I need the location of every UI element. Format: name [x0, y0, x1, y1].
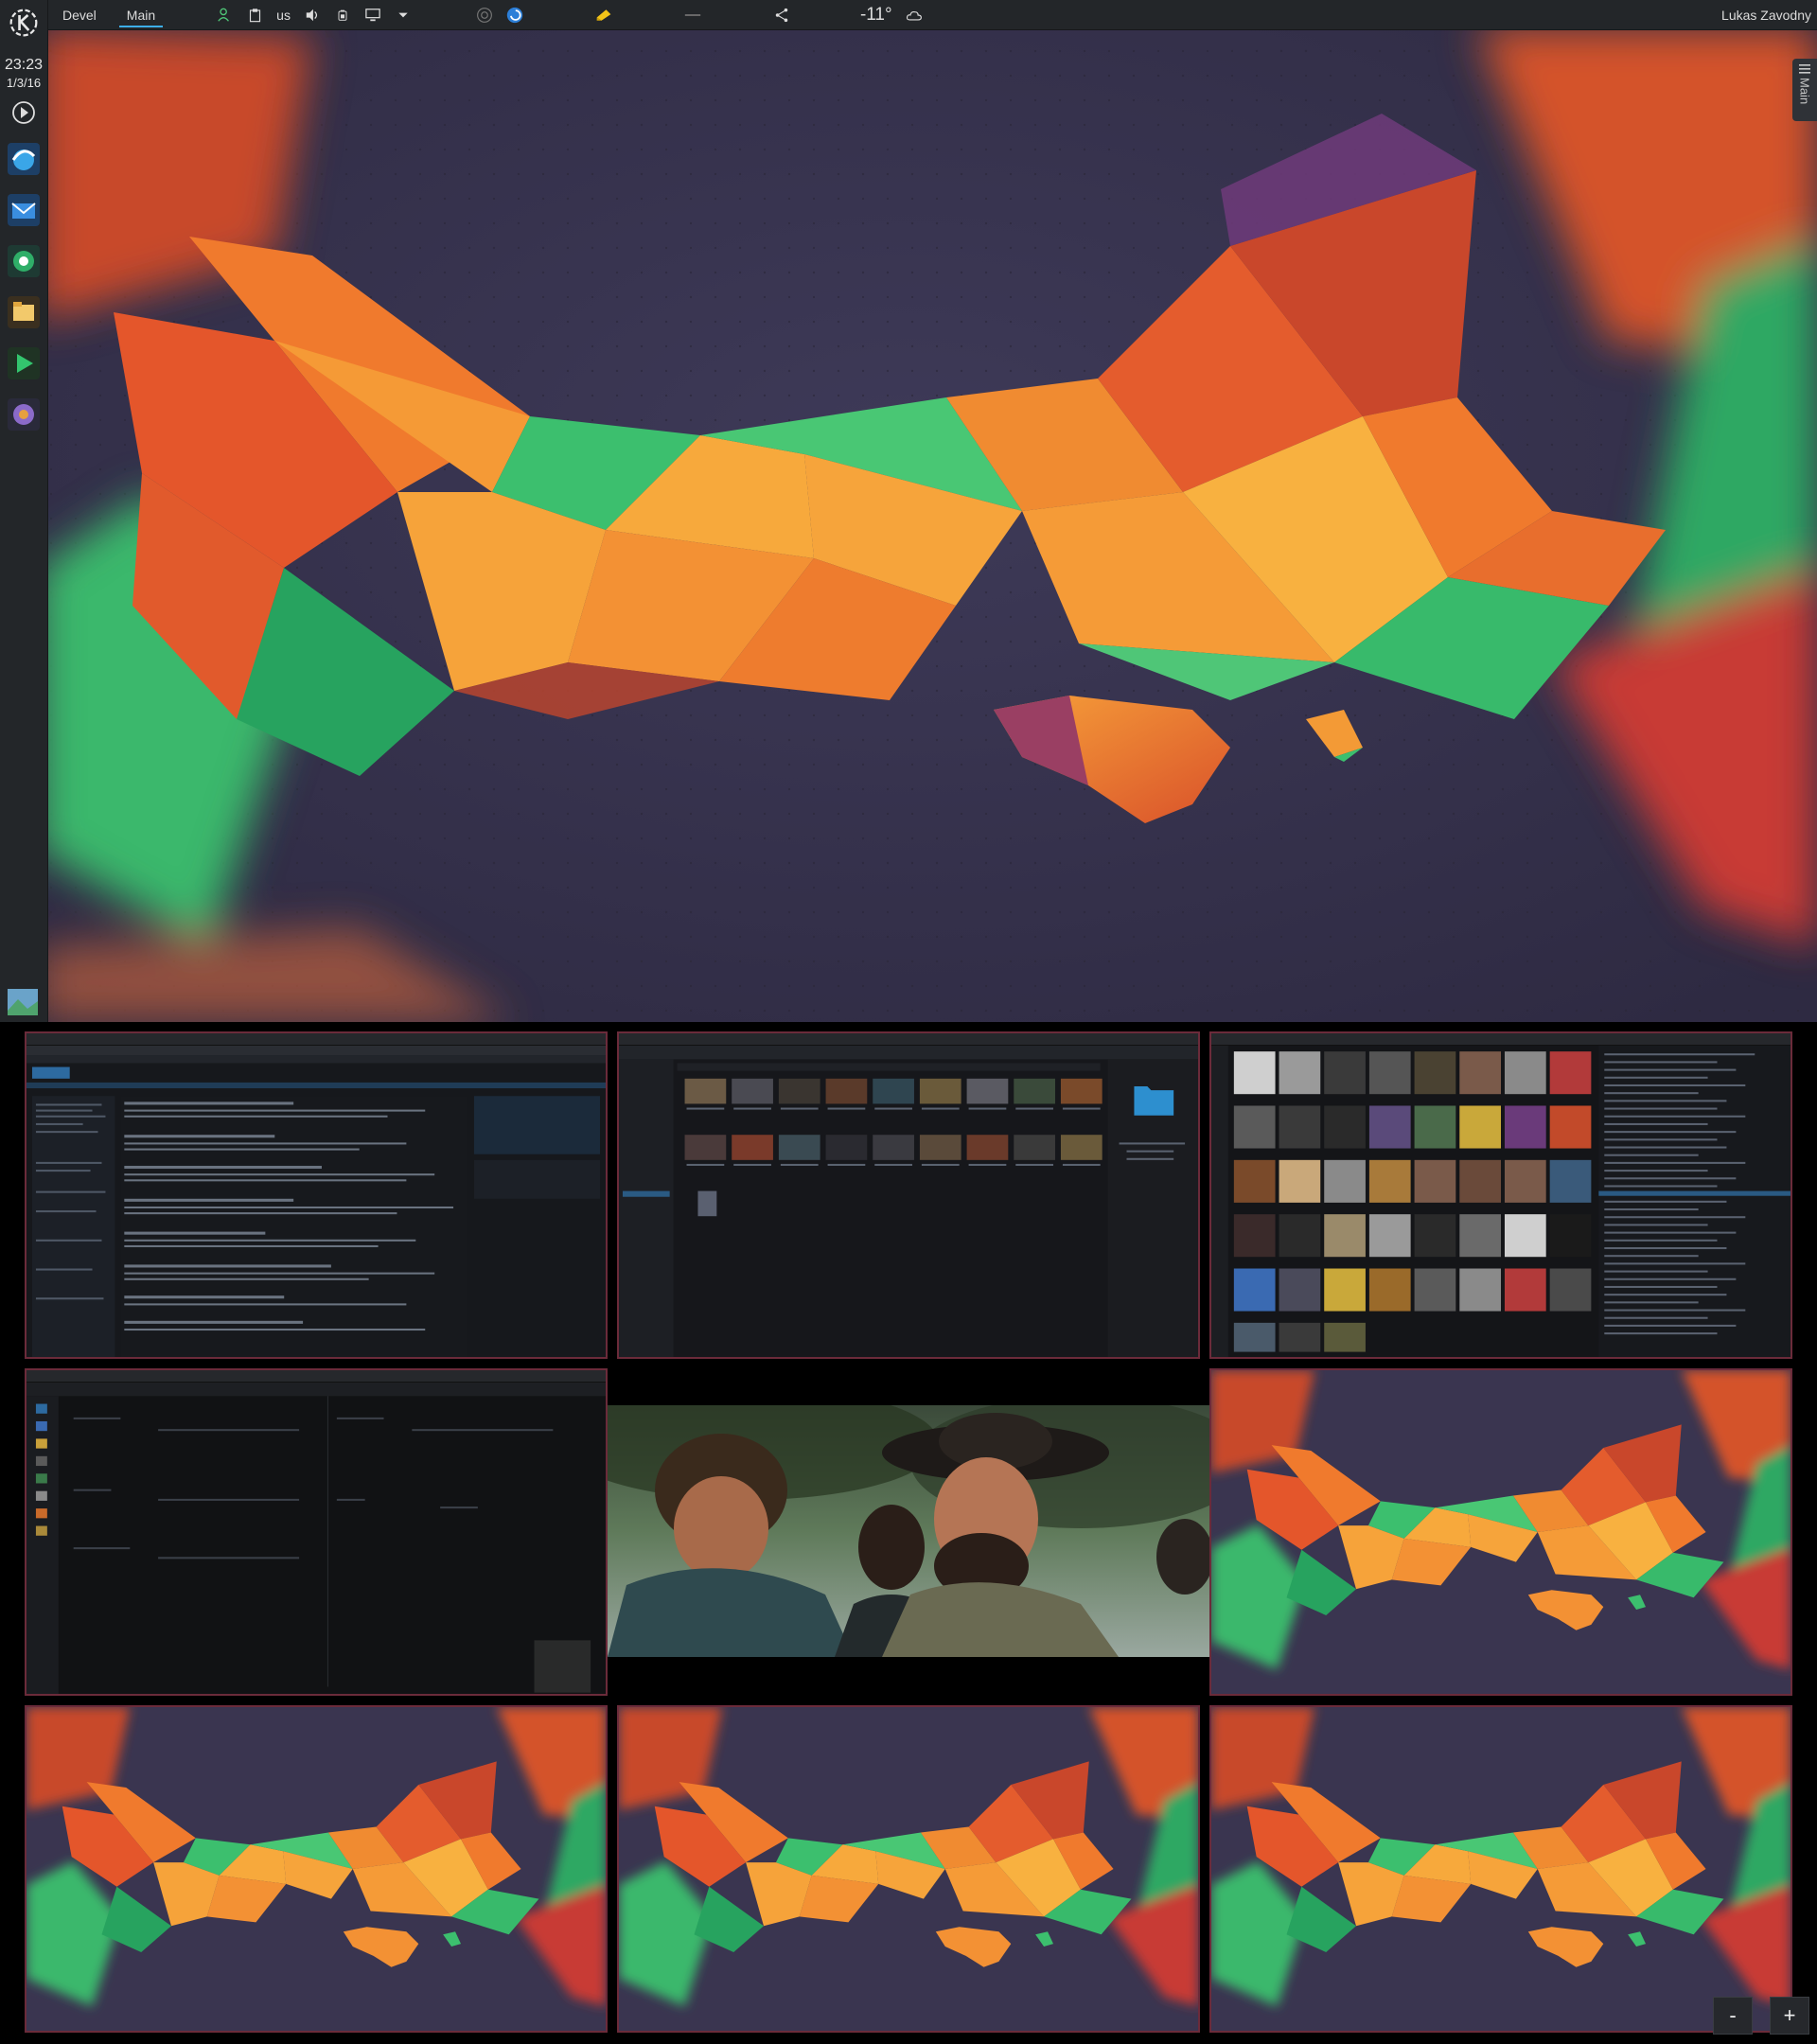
battery-icon[interactable]	[334, 7, 351, 24]
browser-launcher-icon[interactable]	[5, 135, 43, 183]
share-icon[interactable]	[773, 7, 790, 24]
empty-desktop-7[interactable]	[25, 1705, 608, 2033]
chat-launcher-icon[interactable]	[5, 238, 43, 285]
top-panel: Devel Main us -11° Lukas Zavodny	[0, 0, 1817, 30]
window-titlebar	[26, 1370, 606, 1383]
browser-icon[interactable]	[506, 7, 523, 24]
empty-desktop-9[interactable]	[1209, 1705, 1792, 2033]
clock-date: 1/3/16	[6, 76, 42, 90]
music-launcher-icon[interactable]	[5, 391, 43, 438]
network-icon[interactable]	[684, 7, 701, 24]
browser-thumbnail	[26, 1046, 606, 1357]
desktop[interactable]: Devel Main us -11° Lukas Zavodny 23:23 1…	[0, 0, 1817, 1022]
left-panel: 23:23 1/3/16	[0, 0, 48, 1022]
dark-app-thumbnail	[26, 1383, 606, 1694]
empty-desktop-8[interactable]	[617, 1705, 1200, 2033]
window-titlebar	[26, 1033, 606, 1046]
video-window[interactable]	[608, 1405, 1209, 1657]
web-browser-window[interactable]	[25, 1031, 608, 1359]
wallpaper-thumbnail	[619, 1707, 1198, 2031]
volume-icon[interactable]	[304, 7, 321, 24]
temperature[interactable]: -11°	[860, 5, 892, 26]
dark-app-window[interactable]	[25, 1368, 608, 1696]
window-titlebar	[619, 1033, 1198, 1046]
desktop-preview-icon[interactable]	[7, 988, 39, 1016]
wallpaper-thumbnail	[1211, 1370, 1791, 1694]
clock[interactable]: 23:23 1/3/16	[0, 57, 47, 90]
system-tray: us -11°	[216, 5, 922, 26]
menu-icon	[1799, 64, 1810, 74]
clock-time: 23:23	[4, 57, 44, 73]
activity-sidebar-tab[interactable]: Main	[1792, 59, 1817, 121]
kde-launcher-icon[interactable]	[7, 6, 41, 40]
media-play-icon[interactable]	[5, 94, 43, 132]
keyboard-layout[interactable]: us	[276, 8, 291, 23]
wallpaper-thumbnail	[26, 1707, 606, 2031]
user-status-icon[interactable]	[216, 7, 233, 24]
files-launcher-icon[interactable]	[5, 289, 43, 336]
dropdown-arrow-icon[interactable]	[395, 7, 412, 24]
activity-label: Main	[126, 7, 156, 23]
music-player-window[interactable]	[1209, 1031, 1792, 1359]
empty-desktop-6[interactable]	[1209, 1368, 1792, 1696]
wallpaper-thumbnail	[1211, 1707, 1791, 2031]
mail-launcher-icon[interactable]	[5, 186, 43, 234]
kdeconnect-icon[interactable]	[476, 7, 493, 24]
video-thumbnail	[608, 1405, 1209, 1657]
zoom-in-button[interactable]: +	[1770, 1997, 1809, 2035]
notes-icon[interactable]	[595, 7, 612, 24]
user-name[interactable]: Lukas Zavodny	[1721, 0, 1811, 29]
music-player-thumbnail	[1211, 1046, 1791, 1357]
cloud-icon[interactable]	[906, 7, 923, 24]
wallpaper	[0, 0, 1817, 1022]
activity-label: Devel	[62, 7, 97, 23]
clipboard-icon[interactable]	[246, 7, 263, 24]
sidebar-tab-label: Main	[1797, 78, 1812, 105]
activity-tab-devel[interactable]: Devel	[47, 0, 112, 29]
activity-tab-main[interactable]: Main	[112, 0, 170, 29]
file-manager-window[interactable]	[617, 1031, 1200, 1359]
display-icon[interactable]	[364, 7, 381, 24]
file-manager-thumbnail	[619, 1046, 1198, 1357]
zoom-out-button[interactable]: -	[1713, 1997, 1753, 2035]
workspace-overview: - +	[0, 1022, 1817, 2044]
media-player-launcher-icon[interactable]	[5, 340, 43, 387]
window-titlebar	[1211, 1033, 1791, 1046]
